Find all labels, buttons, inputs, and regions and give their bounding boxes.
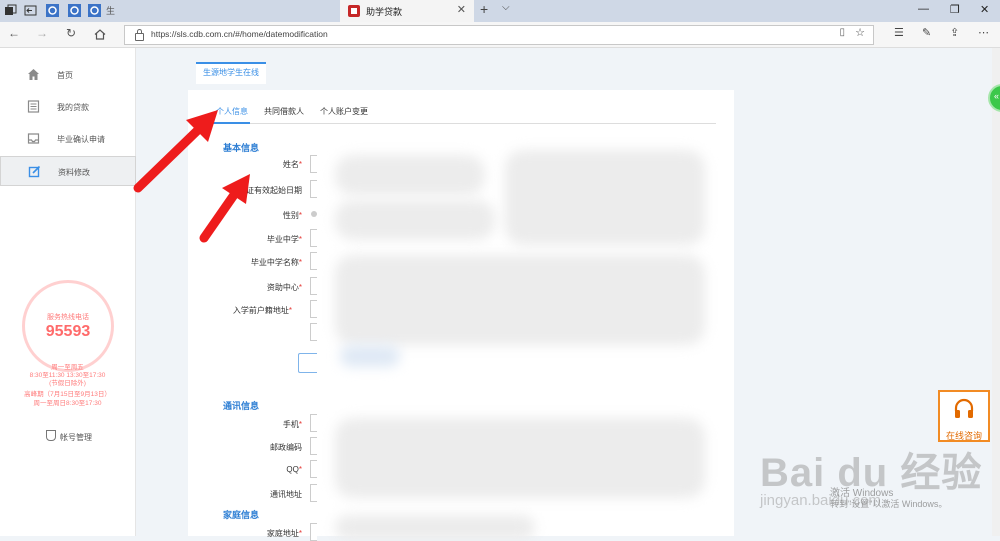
- name-input[interactable]: [310, 155, 317, 173]
- lock-icon: [135, 29, 144, 41]
- account-management-link[interactable]: 帐号管理: [46, 430, 92, 443]
- field-label: QQ*: [286, 465, 302, 474]
- sidebar-item-label: 资料修改: [58, 168, 90, 177]
- url-text[interactable]: https://sls.cdb.com.cn/#/home/datemodifi…: [151, 29, 328, 39]
- field-label: 手机*: [282, 420, 302, 429]
- new-tab-icon[interactable]: +: [480, 1, 488, 17]
- tab-title: 助学贷款: [366, 7, 403, 17]
- hotline-label: 服务热线电话: [47, 314, 89, 321]
- close-tab-icon[interactable]: ✕: [457, 3, 466, 16]
- chevron-down-icon[interactable]: ⌵: [502, 2, 510, 13]
- field-label: 入学前户籍地址*: [232, 306, 292, 315]
- sidebar-item-home[interactable]: 首页: [0, 60, 135, 90]
- sidebar-item-label: 首页: [57, 71, 73, 80]
- home-icon[interactable]: [94, 29, 106, 40]
- window-menu-icon[interactable]: [4, 4, 17, 17]
- redacted-value: [340, 345, 400, 367]
- close-window-icon[interactable]: ✕: [980, 3, 989, 16]
- qq-input[interactable]: [310, 460, 317, 478]
- pinned-tab-icon[interactable]: [88, 4, 101, 17]
- section-title-family: 家庭信息: [223, 510, 260, 520]
- field-label: 邮政编码: [270, 443, 302, 452]
- double-chevron-left-icon: «: [994, 91, 1000, 101]
- tab-active[interactable]: 助学贷款 ✕: [340, 0, 474, 22]
- service-hours: 周一至周日8:30至17:30: [33, 400, 102, 407]
- redacted-value: [505, 150, 705, 245]
- annotation-arrow-icon: [199, 174, 250, 243]
- section-title-basic: 基本信息: [223, 143, 260, 153]
- pen-icon[interactable]: ✎: [922, 26, 931, 39]
- household-address-detail-input[interactable]: [310, 323, 317, 341]
- inbox-icon: [27, 133, 40, 144]
- id-start-date-input[interactable]: [310, 180, 317, 198]
- mobile-input[interactable]: [310, 414, 317, 432]
- browser-tab-strip: 生 助学贷款 ✕ + ⌵ — ❐ ✕: [0, 0, 1000, 22]
- back-arrow-icon[interactable]: ←: [8, 26, 20, 40]
- household-address-select[interactable]: [310, 300, 317, 318]
- account-label: 帐号管理: [60, 433, 92, 442]
- edit-icon: [28, 165, 41, 178]
- redacted-value: [335, 200, 495, 240]
- field-label: 资助中心*: [266, 283, 302, 292]
- document-icon: [27, 100, 40, 113]
- subtab-account-change[interactable]: 个人账户变更: [320, 106, 368, 117]
- pinned-tab-icon[interactable]: [46, 4, 59, 17]
- service-hours: 高峰期（7月15日至9月13日）: [24, 391, 111, 398]
- online-consult-button[interactable]: 在线咨询: [938, 390, 990, 442]
- gender-radio[interactable]: [311, 211, 317, 217]
- share-icon[interactable]: ⇪: [950, 26, 959, 39]
- forward-arrow-icon[interactable]: →: [36, 26, 48, 40]
- home-icon: [28, 69, 39, 80]
- redacted-value: [335, 255, 705, 345]
- sidebar-item-label: 毕业确认申请: [57, 135, 105, 144]
- address-bar-row: ← → ↻ https://sls.cdb.com.cn/#/home/date…: [0, 22, 1000, 48]
- favorite-star-icon[interactable]: ☆: [855, 26, 865, 39]
- redacted-value: [335, 155, 485, 195]
- sidebar: 首页 我的贷款 毕业确认申请 资料修改 服务热线电话 95593 周一至周五 8…: [0, 48, 136, 536]
- favorites-hub-icon[interactable]: ☰: [894, 26, 904, 39]
- site-favicon-icon: [348, 5, 360, 17]
- maximize-icon[interactable]: ❐: [950, 3, 960, 16]
- headphones-icon: [954, 398, 974, 418]
- blurred-tab-label[interactable]: 生: [106, 4, 115, 17]
- hotline-number: 95593: [45, 323, 91, 340]
- sidebar-item-my-loans[interactable]: 我的贷款: [0, 92, 135, 122]
- family-address-input[interactable]: [310, 523, 317, 541]
- back-tabs-icon[interactable]: [24, 4, 37, 17]
- hotline-ring: 服务热线电话 95593: [22, 280, 114, 372]
- subtab-divider: [204, 123, 716, 124]
- more-menu-icon[interactable]: ⋯: [978, 26, 989, 39]
- school-select[interactable]: [310, 229, 317, 247]
- minimize-icon[interactable]: —: [918, 3, 929, 15]
- sidebar-item-profile-edit[interactable]: 资料修改: [0, 156, 136, 186]
- floating-chat-button[interactable]: «: [988, 84, 1000, 112]
- pinned-tab-icon[interactable]: [68, 4, 81, 17]
- subtab-co-borrower[interactable]: 共同借款人: [264, 106, 304, 117]
- redacted-value: [335, 418, 705, 498]
- sidebar-item-graduation[interactable]: 毕业确认申请: [0, 124, 135, 154]
- address-button[interactable]: [298, 353, 317, 373]
- reading-view-icon[interactable]: ▯: [839, 27, 845, 38]
- sidebar-item-label: 我的贷款: [57, 103, 89, 112]
- shield-icon: [46, 430, 56, 441]
- tab-student-online[interactable]: 生源地学生在线: [196, 62, 266, 84]
- field-label: 毕业中学名称*: [250, 258, 302, 267]
- postal-code-input[interactable]: [310, 437, 317, 455]
- url-field[interactable]: https://sls.cdb.com.cn/#/home/datemodifi…: [124, 25, 874, 45]
- aid-center-select[interactable]: [310, 277, 317, 295]
- refresh-icon[interactable]: ↻: [66, 26, 76, 40]
- contact-address-input[interactable]: [310, 484, 317, 502]
- service-hours: (节假日除外): [49, 380, 86, 387]
- redacted-value: [335, 515, 535, 540]
- field-label: 通讯地址: [270, 490, 302, 499]
- section-title-contact: 通讯信息: [223, 401, 260, 411]
- field-label: 家庭地址*: [266, 529, 302, 538]
- windows-activation-hint: 转到"设置"以激活 Windows。: [830, 499, 948, 509]
- school-name-input[interactable]: [310, 252, 317, 270]
